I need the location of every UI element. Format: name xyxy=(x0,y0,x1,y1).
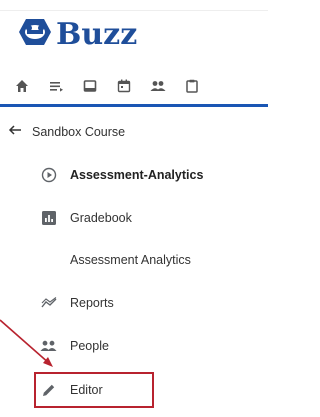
nav-label: Gradebook xyxy=(70,211,132,225)
nav-label: Assessment-Analytics xyxy=(70,168,204,182)
annotation-arrow xyxy=(0,319,53,367)
people-icon[interactable] xyxy=(150,78,166,94)
arrow-left-icon xyxy=(8,123,22,142)
nav-item-gradebook[interactable]: Gradebook xyxy=(40,204,132,232)
nav-label: Assessment Analytics xyxy=(70,253,191,267)
bar-chart-icon xyxy=(40,209,58,227)
play-circle-icon xyxy=(40,166,58,184)
home-icon[interactable] xyxy=(14,78,30,94)
back-to-course[interactable]: Sandbox Course xyxy=(8,118,125,146)
top-strip xyxy=(0,0,268,11)
calendar-icon[interactable] xyxy=(116,78,132,94)
list-icon[interactable] xyxy=(48,78,64,94)
document-icon[interactable] xyxy=(82,78,98,94)
course-toolbar xyxy=(14,78,218,94)
brand-logo[interactable]: Buzz xyxy=(18,12,137,56)
buzz-logo-icon xyxy=(18,17,52,52)
clipboard-icon[interactable] xyxy=(184,78,200,94)
nav-item-assessment-analytics-active[interactable]: Assessment-Analytics xyxy=(40,161,203,189)
nav-item-assessment-analytics[interactable]: Assessment Analytics xyxy=(40,246,191,274)
toolbar-divider xyxy=(0,104,268,107)
blank-icon xyxy=(40,251,58,269)
brand-name: Buzz xyxy=(56,16,138,52)
back-label: Sandbox Course xyxy=(32,125,126,139)
